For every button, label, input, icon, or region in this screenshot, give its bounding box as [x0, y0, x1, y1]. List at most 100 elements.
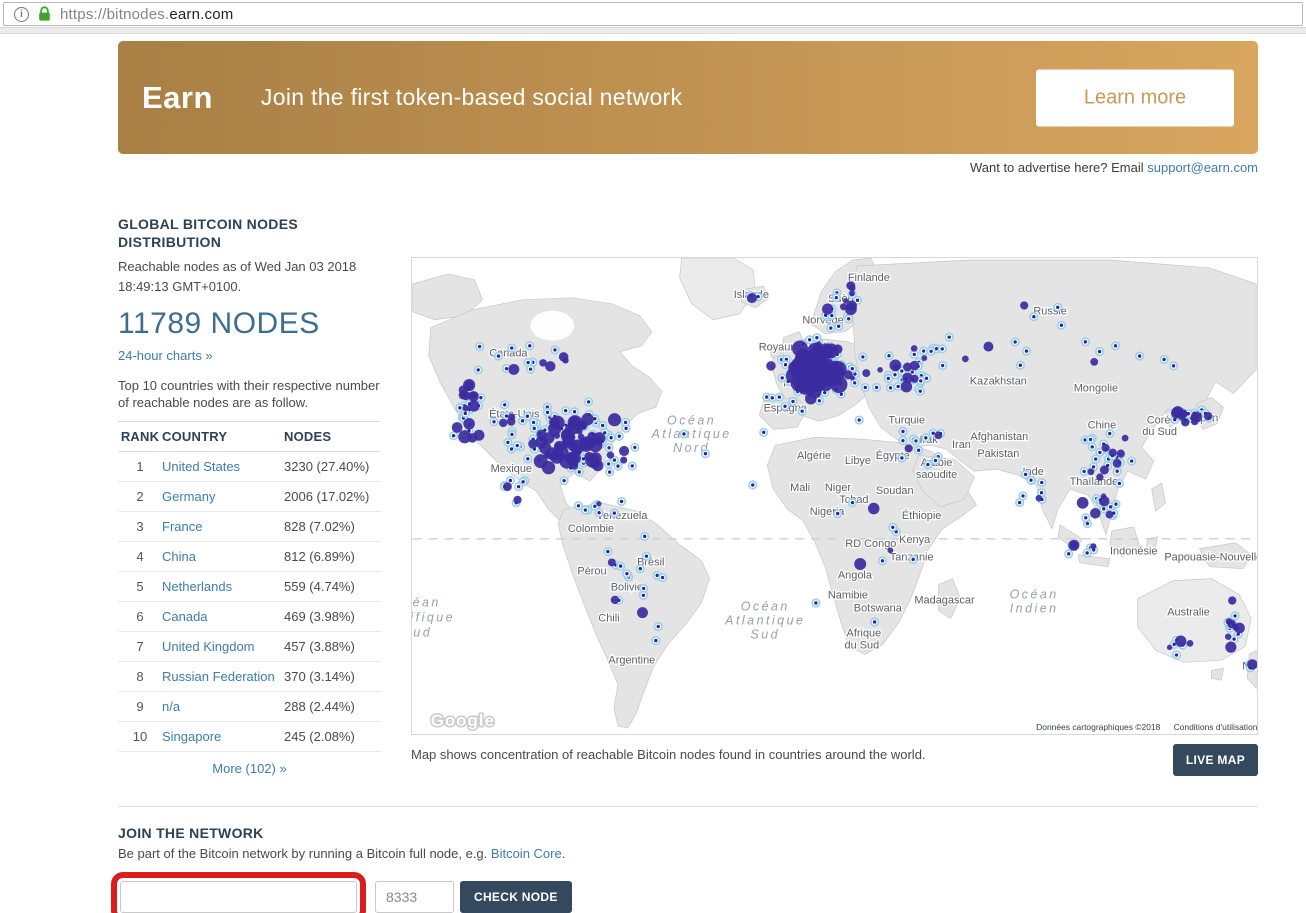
table-row: 7United Kingdom457 (3.88%): [118, 632, 381, 662]
top-countries-table: RANK COUNTRY NODES 1United States 3230 (2…: [118, 421, 381, 752]
country-link[interactable]: United Kingdom: [162, 639, 255, 654]
check-node-button[interactable]: CHECK NODE: [460, 881, 572, 913]
country-link[interactable]: Russian Federation: [162, 669, 275, 684]
nodes-map[interactable]: CanadaÉtats-UnisMexiqueIslandeNorvègeSuè…: [411, 257, 1258, 735]
learn-more-button[interactable]: Learn more: [1036, 69, 1234, 126]
earn-logo: Earn: [142, 80, 213, 116]
table-row: 1United States 3230 (27.40%): [118, 452, 381, 482]
map-country-label: Algérie: [797, 450, 831, 462]
map-country-label: Pakistan: [977, 448, 1019, 460]
join-network-section: JOIN THE NETWORK Be part of the Bitcoin …: [118, 806, 1258, 913]
charts-link[interactable]: 24-hour charts »: [118, 348, 213, 363]
nodes-cell: 812 (6.89%): [284, 542, 381, 572]
map-country-label: Chine: [1088, 419, 1117, 431]
url-text: https://bitnodes.earn.com: [60, 6, 233, 23]
bitcoin-core-link[interactable]: Bitcoin Core: [491, 846, 562, 861]
table-row: 2Germany 2006 (17.02%): [118, 482, 381, 512]
map-country-label: du Sud: [845, 639, 880, 651]
nodes-cell: 828 (7.02%): [284, 512, 381, 542]
country-link[interactable]: China: [162, 549, 196, 564]
country-link[interactable]: United States: [162, 459, 240, 474]
rank-cell: 5: [118, 572, 162, 602]
node-address-input[interactable]: [120, 881, 357, 913]
earn-banner[interactable]: Earn Join the first token-based social n…: [118, 41, 1258, 154]
map-caption: Map shows concentration of reachable Bit…: [411, 747, 1173, 762]
map-country-label: Papouasie-Nouvelle-G: [1164, 552, 1257, 564]
advertise-text: Want to advertise here? Email: [970, 160, 1144, 175]
rank-cell: 1: [118, 452, 162, 482]
page-info-icon[interactable]: i: [14, 7, 29, 22]
live-map-button[interactable]: LIVE MAP: [1173, 744, 1258, 776]
updated-timestamp: Reachable nodes as of Wed Jan 03 2018 18…: [118, 257, 381, 297]
map-ocean-label: Océan: [667, 413, 716, 427]
rank-cell: 9: [118, 692, 162, 722]
map-country-label: Iran: [952, 439, 971, 451]
rank-cell: 6: [118, 602, 162, 632]
banner-tagline: Join the first token-based social networ…: [261, 84, 682, 111]
country-link[interactable]: Germany: [162, 489, 215, 504]
table-row: 10Singapore245 (2.08%): [118, 722, 381, 752]
map-country-label: Soudan: [876, 485, 914, 497]
rank-cell: 7: [118, 632, 162, 662]
rank-header: RANK: [118, 422, 162, 452]
table-header-row: RANK COUNTRY NODES: [118, 422, 381, 452]
node-count: 11789 NODES: [118, 307, 381, 341]
map-country-label: Colombie: [568, 523, 614, 535]
country-link[interactable]: Canada: [162, 609, 208, 624]
map-country-label: Turquie: [888, 414, 925, 426]
map-country-label: Kenya: [899, 534, 931, 546]
rank-cell: 2: [118, 482, 162, 512]
map-country-label: Venezuela: [596, 510, 648, 522]
nodes-cell: 3230 (27.40%): [284, 452, 381, 482]
country-cell: Germany: [162, 482, 284, 512]
address-bar[interactable]: i https://bitnodes.earn.com: [3, 2, 1303, 26]
map-ocean-label: ud: [413, 625, 432, 639]
map-country-label: Afghanistan: [970, 431, 1028, 443]
more-countries-link[interactable]: More (102) »: [118, 761, 381, 776]
country-link[interactable]: France: [162, 519, 202, 534]
table-row: 6Canada 469 (3.98%): [118, 602, 381, 632]
nodes-cell: 288 (2.44%): [284, 692, 381, 722]
advertise-row: Want to advertise here? Email support@ea…: [118, 160, 1258, 175]
map-country-label: Finlande: [848, 272, 890, 284]
world-map-svg: CanadaÉtats-UnisMexiqueIslandeNorvègeSuè…: [412, 258, 1257, 734]
country-link[interactable]: Singapore: [162, 729, 221, 744]
map-country-label: Mexique: [491, 463, 532, 475]
map-ocean-label: Atlantique: [650, 427, 731, 441]
map-ocean-label: Indien: [1010, 602, 1059, 616]
rank-cell: 10: [118, 722, 162, 752]
map-terms-link[interactable]: Conditions d'utilisation: [1174, 722, 1257, 732]
country-cell: France: [162, 512, 284, 542]
map-country-label: Indonésie: [1110, 546, 1157, 558]
table-row: 9n/a 288 (2.44%): [118, 692, 381, 722]
nodes-cell: 469 (3.98%): [284, 602, 381, 632]
map-country-label: Madagascar: [914, 595, 975, 607]
country-cell: Canada: [162, 602, 284, 632]
page-title: GLOBAL BITCOIN NODES DISTRIBUTION: [118, 215, 381, 251]
map-section: CanadaÉtats-UnisMexiqueIslandeNorvègeSuè…: [411, 215, 1258, 776]
check-node-form: CHECK NODE: [118, 881, 1258, 913]
chrome-divider: [0, 27, 1306, 34]
map-country-label: Australie: [1167, 606, 1210, 618]
stats-sidebar: GLOBAL BITCOIN NODES DISTRIBUTION Reacha…: [118, 215, 381, 776]
map-country-label: Afrique: [847, 627, 882, 639]
country-cell: Russian Federation: [162, 662, 284, 692]
country-cell: China: [162, 542, 284, 572]
country-link[interactable]: n/a: [162, 699, 180, 714]
join-network-description: Be part of the Bitcoin network by runnin…: [118, 846, 1258, 861]
nodes-cell: 2006 (17.02%): [284, 482, 381, 512]
map-country-label: Bolivie: [611, 582, 643, 594]
country-link[interactable]: Netherlands: [162, 579, 232, 594]
map-attribution: Données cartographiques ©2018: [1036, 722, 1160, 732]
ssl-lock-icon[interactable]: [38, 6, 51, 22]
map-country-label: Pérou: [577, 566, 606, 578]
rank-cell: 3: [118, 512, 162, 542]
map-ocean-label: Océan: [741, 600, 790, 614]
map-country-label: saoudite: [916, 469, 957, 481]
support-email-link[interactable]: support@earn.com: [1147, 160, 1258, 175]
nodes-cell: 370 (3.14%): [284, 662, 381, 692]
port-input[interactable]: [375, 881, 454, 913]
map-country-label: Namibie: [828, 590, 868, 602]
table-row: 8Russian Federation370 (3.14%): [118, 662, 381, 692]
map-country-label: Argentine: [608, 654, 655, 666]
